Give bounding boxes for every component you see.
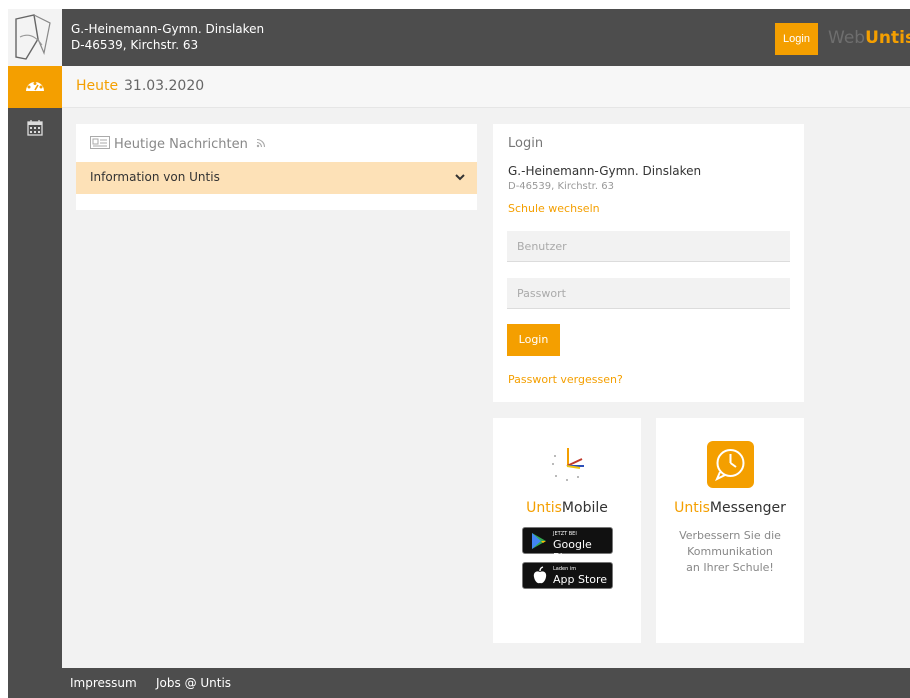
- untis-mobile-title-part1: Untis: [526, 500, 562, 516]
- footer: Impressum Jobs @ Untis: [62, 668, 910, 698]
- jobs-link[interactable]: Jobs @ Untis: [156, 676, 231, 690]
- messenger-description: Verbessern Sie die Kommunikation an Ihre…: [656, 528, 804, 576]
- untis-messenger-title-part2: Messenger: [709, 500, 786, 516]
- top-navigation-bar: G.-Heinemann-Gymn. Dinslaken D-46539, Ki…: [8, 9, 910, 66]
- login-card-title: Login: [508, 136, 544, 151]
- sidebar-item-dashboard[interactable]: [8, 66, 62, 108]
- messenger-line1: Verbessern Sie die: [679, 529, 781, 542]
- messenger-line3: an Ihrer Schule!: [686, 561, 774, 574]
- untis-messenger-card: UntisMessenger Verbessern Sie die Kommun…: [656, 418, 804, 643]
- untis-mobile-title: UntisMobile: [493, 500, 641, 516]
- school-logo-icon: [8, 9, 62, 66]
- sidebar-item-timetable[interactable]: [8, 108, 62, 150]
- news-item[interactable]: Information von Untis: [76, 162, 477, 194]
- calendar-icon: [27, 120, 43, 136]
- login-button[interactable]: Login: [507, 324, 560, 356]
- login-card: Login G.-Heinemann-Gymn. Dinslaken D-465…: [493, 124, 804, 402]
- news-title: Heutige Nachrichten: [114, 137, 248, 152]
- rss-icon[interactable]: [256, 138, 266, 148]
- untis-messenger-title-part1: Untis: [674, 500, 710, 516]
- news-item-label: Information von Untis: [90, 170, 220, 184]
- google-play-icon: [532, 533, 546, 549]
- app-store-badge[interactable]: Laden im App Store: [522, 562, 613, 589]
- header-login-button[interactable]: Login: [775, 23, 818, 55]
- top-strip: [0, 0, 910, 9]
- username-field[interactable]: Benutzer: [507, 231, 790, 262]
- apple-icon: [533, 566, 547, 584]
- app-store-small: Laden im: [553, 566, 577, 572]
- messenger-line2: Kommunikation: [687, 545, 773, 558]
- brand-part2: Untis: [865, 28, 910, 48]
- date-value: 31.03.2020: [124, 78, 205, 94]
- news-header: Heutige Nachrichten: [90, 136, 266, 152]
- news-panel: Heutige Nachrichten Information von Unti…: [76, 124, 477, 210]
- login-school-name: G.-Heinemann-Gymn. Dinslaken: [508, 164, 702, 178]
- app-store-big: App Store: [553, 573, 608, 586]
- webuntis-brand[interactable]: WebUntis: [828, 26, 910, 50]
- untis-mobile-title-part2: Mobile: [561, 500, 608, 516]
- brand-part1: Web: [828, 28, 866, 48]
- forgot-password-link[interactable]: Passwort vergessen?: [508, 373, 623, 386]
- google-play-badge[interactable]: JETZT BEI Google Play: [522, 527, 613, 564]
- google-play-small: JETZT BEI: [553, 531, 577, 537]
- google-play-big: Google Play: [553, 538, 592, 564]
- newspaper-icon: [90, 136, 110, 149]
- untis-mobile-icon: [552, 448, 584, 481]
- password-field[interactable]: Passwort: [507, 278, 790, 309]
- sidebar: [8, 66, 62, 698]
- untis-messenger-icon: [707, 441, 754, 488]
- chat-clock-icon: [715, 449, 745, 482]
- untis-mobile-card: UntisMobile JETZT BEI Google Play Laden …: [493, 418, 641, 643]
- today-label[interactable]: Heute: [76, 78, 118, 94]
- untis-messenger-title: UntisMessenger: [656, 500, 804, 516]
- date-bar: Heute 31.03.2020: [62, 66, 910, 108]
- login-school-address: D-46539, Kirchstr. 63: [508, 181, 614, 192]
- chevron-down-icon[interactable]: [454, 171, 466, 183]
- palette-icon: [26, 82, 44, 91]
- school-name: G.-Heinemann-Gymn. Dinslaken: [71, 22, 265, 36]
- school-address: D-46539, Kirchstr. 63: [71, 38, 199, 52]
- school-logo[interactable]: [8, 9, 62, 66]
- change-school-link[interactable]: Schule wechseln: [508, 202, 600, 215]
- impressum-link[interactable]: Impressum: [70, 676, 137, 690]
